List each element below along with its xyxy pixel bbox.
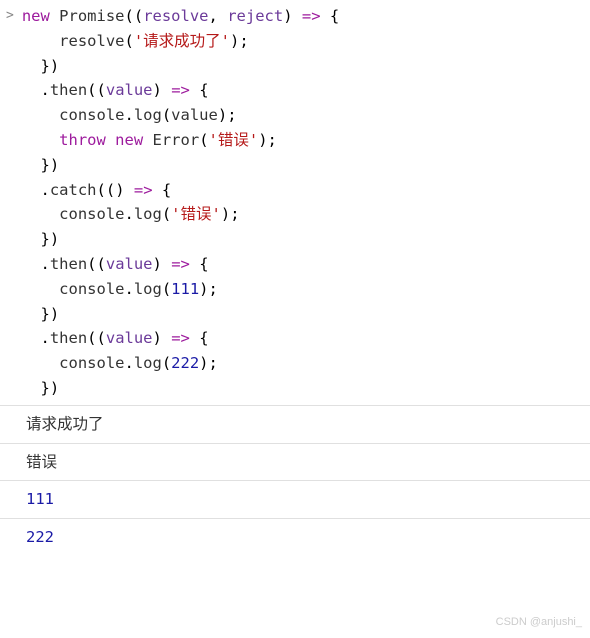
watermark-text: CSDN @anjushi_ — [496, 614, 582, 632]
console-output-line: 错误 — [0, 443, 590, 481]
console-output-line: 222 — [0, 518, 590, 556]
number-literal: 111 — [171, 280, 199, 298]
console-output-line: 请求成功了 — [0, 405, 590, 443]
method-catch: catch — [50, 181, 97, 199]
identifier-error: Error — [153, 131, 200, 149]
keyword-new: new — [22, 7, 50, 25]
call-resolve: resolve — [59, 32, 124, 50]
param-resolve: resolve — [143, 7, 208, 25]
method-then: then — [50, 81, 87, 99]
prompt-icon: > — [0, 4, 22, 401]
param-value: value — [106, 81, 153, 99]
console-output-line: 111 — [0, 480, 590, 518]
console-input-row: > new Promise((resolve, reject) => { res… — [0, 0, 590, 405]
param-reject: reject — [227, 7, 283, 25]
keyword-throw: throw — [59, 131, 106, 149]
identifier-promise: Promise — [59, 7, 124, 25]
string-literal: '请求成功了' — [134, 32, 230, 50]
code-block[interactable]: new Promise((resolve, reject) => { resol… — [22, 4, 590, 401]
